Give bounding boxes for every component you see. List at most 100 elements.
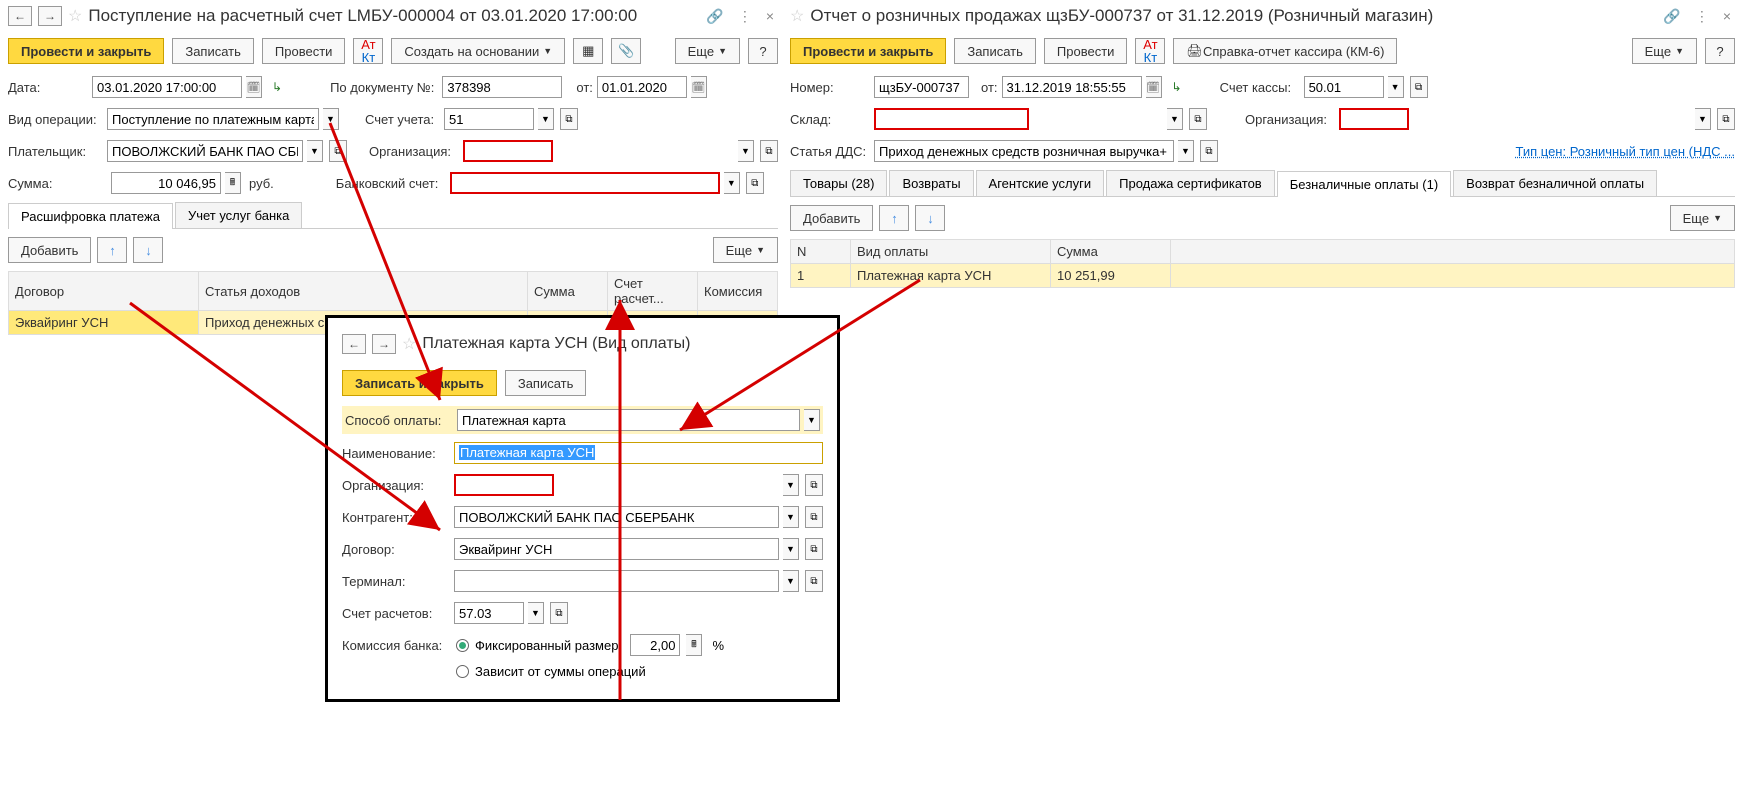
col-sum[interactable]: Сумма xyxy=(1051,240,1171,264)
dropdown-icon[interactable]: ▼ xyxy=(538,108,554,130)
more-button[interactable]: Еще ▼ xyxy=(1632,38,1697,64)
store-input[interactable] xyxy=(874,108,1029,130)
name-input[interactable]: Платежная карта УСН xyxy=(454,442,823,464)
org-input[interactable] xyxy=(454,474,554,496)
move-up-button[interactable]: ↑ xyxy=(879,205,909,231)
org-input[interactable] xyxy=(1339,108,1409,130)
open-icon[interactable]: ⧉ xyxy=(1200,140,1218,162)
dropdown-icon[interactable]: ▼ xyxy=(783,570,799,592)
move-down-button[interactable]: ↓ xyxy=(915,205,945,231)
dropdown-icon[interactable]: ▼ xyxy=(738,140,754,162)
docno-input[interactable] xyxy=(442,76,562,98)
tab-cashless[interactable]: Безналичные оплаты (1) xyxy=(1277,171,1451,197)
save-close-button[interactable]: Записать и закрыть xyxy=(342,370,497,396)
link-icon[interactable]: 🔗 xyxy=(1659,8,1684,25)
dds-input[interactable] xyxy=(874,140,1174,162)
from-input[interactable] xyxy=(1002,76,1142,98)
calendar-icon[interactable]: 🗓 xyxy=(1146,76,1162,98)
dropdown-icon[interactable]: ▼ xyxy=(307,140,323,162)
fee-value-input[interactable] xyxy=(630,634,680,656)
more-button[interactable]: Еще ▼ xyxy=(1670,205,1735,231)
settleacct-input[interactable] xyxy=(454,602,524,624)
cashacct-input[interactable] xyxy=(1304,76,1384,98)
bankacct-input[interactable] xyxy=(450,172,720,194)
dropdown-icon[interactable]: ▼ xyxy=(804,409,820,431)
col-commission[interactable]: Комиссия xyxy=(698,272,778,311)
tab-agent[interactable]: Агентские услуги xyxy=(976,170,1105,196)
register-button[interactable]: ▦ xyxy=(573,38,603,64)
save-button[interactable]: Записать xyxy=(954,38,1036,64)
col-paytype[interactable]: Вид оплаты xyxy=(851,240,1051,264)
col-n[interactable]: N xyxy=(791,240,851,264)
open-icon[interactable]: ⧉ xyxy=(760,140,778,162)
col-income[interactable]: Статья доходов xyxy=(199,272,528,311)
table-row[interactable]: 1 Платежная карта УСН 10 251,99 xyxy=(791,264,1735,288)
acct-input[interactable] xyxy=(444,108,534,130)
tab-certificates[interactable]: Продажа сертификатов xyxy=(1106,170,1275,196)
dropdown-icon[interactable]: ▼ xyxy=(724,172,740,194)
tab-goods[interactable]: Товары (28) xyxy=(790,170,887,196)
open-icon[interactable]: ⧉ xyxy=(1189,108,1207,130)
help-button[interactable]: ? xyxy=(748,38,778,64)
open-icon[interactable]: ⧉ xyxy=(805,474,823,496)
km6-button[interactable]: 🖨 Справка-отчет кассира (КМ-6) xyxy=(1173,38,1397,64)
close-icon[interactable]: × xyxy=(762,8,778,24)
link-icon[interactable]: 🔗 xyxy=(702,8,727,25)
nav-back-button[interactable]: ← xyxy=(342,334,366,354)
open-icon[interactable]: ⧉ xyxy=(1717,108,1735,130)
date-input[interactable] xyxy=(92,76,242,98)
calc-icon[interactable]: 🖩 xyxy=(686,634,702,656)
dropdown-icon[interactable]: ▼ xyxy=(783,538,799,560)
dropdown-icon[interactable]: ▼ xyxy=(1388,76,1404,98)
dtkt-button[interactable]: АтКт xyxy=(353,38,383,64)
fee-depends-radio[interactable] xyxy=(456,665,469,678)
create-based-button[interactable]: Создать на основании ▼ xyxy=(391,38,565,64)
open-icon[interactable]: ⧉ xyxy=(805,538,823,560)
dropdown-icon[interactable]: ▼ xyxy=(783,506,799,528)
menu-icon[interactable]: ⋮ xyxy=(734,8,756,25)
post-close-button[interactable]: Провести и закрыть xyxy=(790,38,946,64)
dropdown-icon[interactable]: ▼ xyxy=(1178,140,1194,162)
add-button[interactable]: Добавить xyxy=(8,237,91,263)
dropdown-icon[interactable]: ▼ xyxy=(323,108,339,130)
method-input[interactable] xyxy=(457,409,800,431)
open-icon[interactable]: ⧉ xyxy=(805,570,823,592)
attach-button[interactable]: 📎 xyxy=(611,38,641,64)
star-icon[interactable]: ☆ xyxy=(68,6,82,26)
open-icon[interactable]: ⧉ xyxy=(329,140,347,162)
star-icon[interactable]: ☆ xyxy=(790,6,804,26)
price-type-link[interactable]: Тип цен: Розничный тип цен (НДС ... xyxy=(1515,144,1735,159)
more-button[interactable]: Еще ▼ xyxy=(713,237,778,263)
col-sum[interactable]: Сумма xyxy=(528,272,608,311)
nav-back-button[interactable]: ← xyxy=(8,6,32,26)
optype-input[interactable] xyxy=(107,108,319,130)
col-contract[interactable]: Договор xyxy=(9,272,199,311)
dropdown-icon[interactable]: ▼ xyxy=(1167,108,1183,130)
tab-cashless-return[interactable]: Возврат безналичной оплаты xyxy=(1453,170,1657,196)
help-button[interactable]: ? xyxy=(1705,38,1735,64)
more-button[interactable]: Еще ▼ xyxy=(675,38,740,64)
calc-icon[interactable]: 🖩 xyxy=(225,172,241,194)
move-up-button[interactable]: ↑ xyxy=(97,237,127,263)
terminal-input[interactable] xyxy=(454,570,779,592)
open-icon[interactable]: ⧉ xyxy=(1410,76,1428,98)
sum-input[interactable] xyxy=(111,172,221,194)
save-button[interactable]: Записать xyxy=(172,38,254,64)
save-button[interactable]: Записать xyxy=(505,370,587,396)
menu-icon[interactable]: ⋮ xyxy=(1691,8,1713,25)
open-icon[interactable]: ⧉ xyxy=(560,108,578,130)
nav-fwd-button[interactable]: → xyxy=(38,6,62,26)
docfrom-input[interactable] xyxy=(597,76,687,98)
org-input[interactable] xyxy=(463,140,553,162)
contract-input[interactable] xyxy=(454,538,779,560)
nav-fwd-button[interactable]: → xyxy=(372,334,396,354)
tab-bank-services[interactable]: Учет услуг банка xyxy=(175,202,302,228)
open-icon[interactable]: ⧉ xyxy=(746,172,764,194)
fee-fixed-radio[interactable] xyxy=(456,639,469,652)
tab-decode[interactable]: Расшифровка платежа xyxy=(8,203,173,229)
tab-returns[interactable]: Возвраты xyxy=(889,170,973,196)
close-icon[interactable]: × xyxy=(1719,8,1735,24)
number-input[interactable] xyxy=(874,76,969,98)
move-down-button[interactable]: ↓ xyxy=(133,237,163,263)
dtkt-button[interactable]: АтКт xyxy=(1135,38,1165,64)
